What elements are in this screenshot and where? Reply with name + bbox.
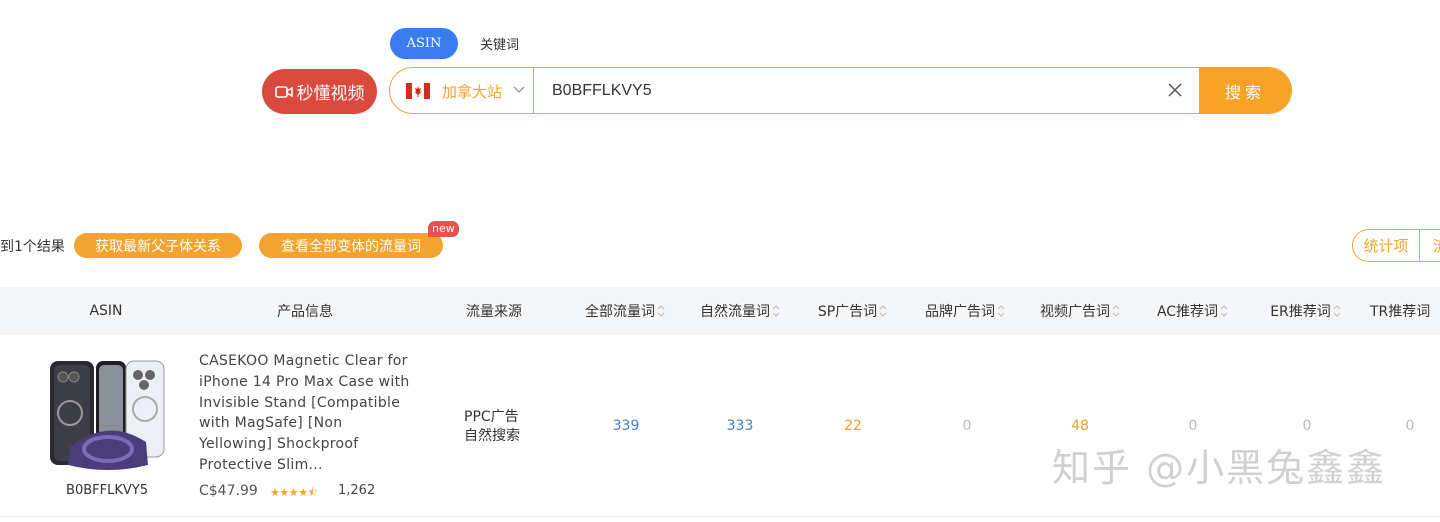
sort-icon bbox=[997, 305, 1005, 317]
search-bar: 加拿大站 搜索 bbox=[389, 67, 1292, 114]
cell-brand-words: 0 bbox=[962, 418, 972, 434]
video-camera-icon bbox=[274, 85, 293, 98]
header-traffic-source: 流量来源 bbox=[466, 304, 522, 320]
stats-button[interactable]: 统计项 bbox=[1352, 229, 1420, 262]
sort-icon bbox=[1220, 305, 1228, 317]
header-all-words[interactable]: 全部流量词 bbox=[575, 287, 675, 335]
cell-er-words: 0 bbox=[1302, 418, 1312, 434]
site-select[interactable]: 加拿大站 bbox=[390, 68, 534, 113]
chevron-down-icon bbox=[513, 86, 525, 93]
product-title[interactable]: CASEKOO Magnetic Clear for iPhone 14 Pro… bbox=[199, 351, 417, 476]
header-sp-words[interactable]: SP广告词 bbox=[805, 287, 900, 335]
search-input[interactable] bbox=[552, 68, 1152, 113]
watermark: 知乎 @小黑兔鑫鑫 bbox=[1052, 446, 1387, 490]
tab-keyword[interactable]: 关键词 bbox=[480, 28, 519, 59]
cell-all-words[interactable]: 339 bbox=[596, 418, 656, 434]
tab-asin[interactable]: ASIN bbox=[390, 28, 458, 59]
header-asin: ASIN bbox=[89, 303, 123, 319]
source-organic: 自然搜索 bbox=[464, 428, 520, 444]
header-video-words[interactable]: 视频广告词 bbox=[1030, 287, 1130, 335]
sort-icon bbox=[772, 305, 780, 317]
rating-count: 1,262 bbox=[338, 483, 376, 498]
cell-organic-words[interactable]: 333 bbox=[710, 418, 770, 434]
table-header: ASIN 产品信息 流量来源 全部流量词 自然流量词 SP广告词 品牌广告词 视… bbox=[0, 287, 1440, 335]
header-product-info: 产品信息 bbox=[277, 304, 333, 320]
cell-tr-words: 0 bbox=[1405, 418, 1415, 434]
video-button-label: 秒懂视频 bbox=[296, 84, 365, 104]
row-divider bbox=[0, 516, 1440, 517]
cell-ac-words: 0 bbox=[1188, 418, 1198, 434]
rating-stars: ★★★★⯪ bbox=[270, 486, 318, 499]
stats-button-2[interactable]: 流 bbox=[1419, 229, 1440, 262]
close-icon[interactable] bbox=[1168, 83, 1182, 97]
result-count: 到1个结果 bbox=[0, 239, 65, 255]
cell-video-words[interactable]: 48 bbox=[1050, 418, 1110, 434]
new-badge: new bbox=[428, 221, 459, 237]
traffic-source: PPC广告 自然搜索 bbox=[464, 408, 520, 446]
site-label: 加拿大站 bbox=[442, 83, 503, 101]
sort-icon bbox=[879, 305, 887, 317]
get-parent-child-button[interactable]: 获取最新父子体关系 bbox=[74, 233, 242, 258]
header-ac-words[interactable]: AC推荐词 bbox=[1145, 287, 1240, 335]
header-er-words[interactable]: ER推荐词 bbox=[1258, 287, 1353, 335]
header-brand-words[interactable]: 品牌广告词 bbox=[915, 287, 1015, 335]
sort-icon bbox=[657, 305, 665, 317]
header-organic-words[interactable]: 自然流量词 bbox=[690, 287, 790, 335]
row-asin[interactable]: B0BFFLKVY5 bbox=[36, 483, 178, 498]
search-button[interactable]: 搜索 bbox=[1199, 68, 1291, 113]
product-price: C$47.99 bbox=[199, 483, 258, 499]
product-image[interactable] bbox=[48, 357, 166, 475]
sort-icon bbox=[1112, 305, 1120, 317]
video-tutorial-button[interactable]: 秒懂视频 bbox=[262, 69, 377, 114]
view-all-variants-button[interactable]: 查看全部变体的流量词 bbox=[259, 233, 443, 258]
cell-sp-words[interactable]: 22 bbox=[823, 418, 883, 434]
source-ppc: PPC广告 bbox=[464, 409, 519, 425]
header-tr-words[interactable]: TR推荐词 bbox=[1370, 287, 1440, 335]
canada-flag-icon bbox=[406, 83, 430, 99]
sort-icon bbox=[1333, 305, 1341, 317]
